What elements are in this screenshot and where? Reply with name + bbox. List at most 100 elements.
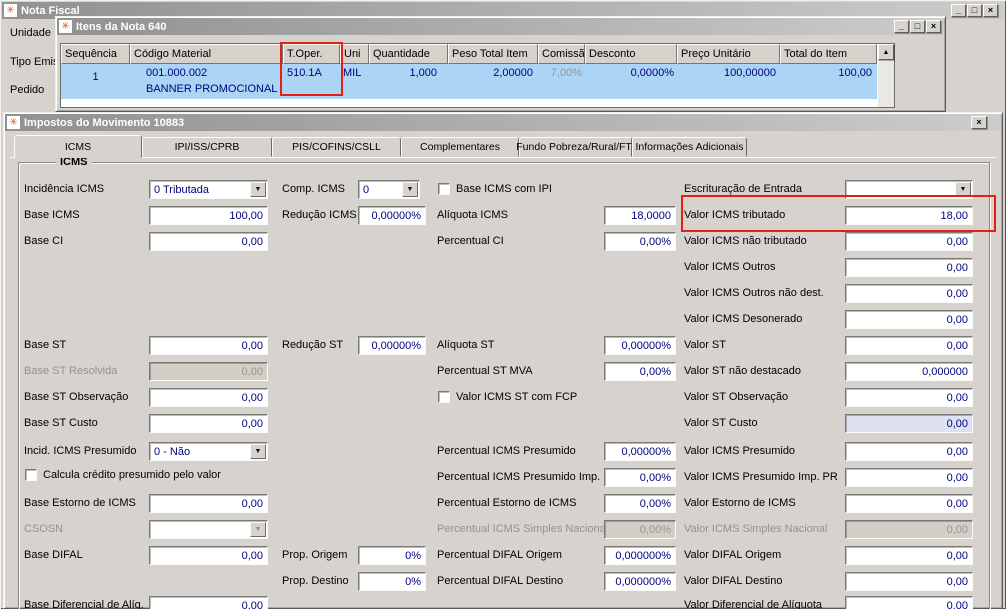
valor-icms-outros-nao-dest-label: Valor ICMS Outros não dest. [684, 287, 824, 299]
tipo-emissao-label: Tipo Emis [10, 56, 59, 68]
cell-peso-total: 2,00000 [493, 67, 533, 79]
valor-icms-desonerado-label: Valor ICMS Desonerado [684, 313, 803, 325]
calcula-credito-presumido-label: Calcula crédito presumido pelo valor [43, 469, 221, 481]
impostos-close-button[interactable]: × [971, 116, 987, 129]
scroll-up-button[interactable]: ▲ [878, 44, 894, 60]
incid-icms-presumido-select[interactable]: 0 - Não ▼ [149, 442, 268, 461]
chevron-down-icon[interactable]: ▼ [250, 182, 266, 197]
aliquota-st-input[interactable]: 0,00000% [604, 336, 676, 355]
chevron-down-icon[interactable]: ▼ [402, 182, 418, 197]
chevron-down-icon[interactable]: ▼ [250, 444, 266, 459]
col-header-total-do-item[interactable]: Total do Item [780, 44, 877, 64]
cell-quantidade: 1,000 [409, 67, 437, 79]
valor-icms-outros-label: Valor ICMS Outros [684, 261, 776, 273]
close-button[interactable]: × [983, 4, 998, 17]
incidencia-icms-select[interactable]: 0 Tributada ▼ [149, 180, 268, 199]
valor-icms-outros-nao-dest-input[interactable]: 0,00 [845, 284, 973, 303]
col-header-uni[interactable]: Uni [340, 44, 369, 64]
itens-title: Itens da Nota 640 [76, 20, 167, 33]
base-st-observacao-input[interactable]: 0,00 [149, 388, 268, 407]
percentual-estorno-icms-label: Percentual Estorno de ICMS [437, 497, 577, 509]
valor-difal-origem-input[interactable]: 0,00 [845, 546, 973, 565]
scroll-up-icon: ▲ [882, 48, 890, 56]
tab-complementares[interactable]: Complementares [401, 137, 519, 157]
valor-diferencial-aliquota-input[interactable]: 0,00 [845, 596, 973, 609]
base-diferencial-aliq-label: Base Diferencial de Alíq. [24, 599, 144, 609]
comp-icms-select[interactable]: 0 ▼ [358, 180, 420, 199]
base-estorno-icms-input[interactable]: 0,00 [149, 494, 268, 513]
col-header-peso-total-item[interactable]: Peso Total Item [448, 44, 538, 64]
reducao-st-input[interactable]: 0,00000% [358, 336, 426, 355]
minimize-icon: _ [898, 21, 904, 31]
tab-fundo-pobreza[interactable]: Fundo Pobreza/Rural/FTI [516, 137, 635, 157]
valor-icms-outros-input[interactable]: 0,00 [845, 258, 973, 277]
comp-icms-label: Comp. ICMS [282, 183, 345, 195]
tab-informacoes-adicionais[interactable]: Informações Adicionais [632, 137, 747, 157]
itens-minimize-button[interactable]: _ [894, 20, 909, 33]
valor-icms-nao-tributado-input[interactable]: 0,00 [845, 232, 973, 251]
valor-icms-presumido-imp-pr-input[interactable]: 0,00 [845, 468, 973, 487]
tab-icms[interactable]: ICMS [14, 135, 142, 158]
base-ci-input[interactable]: 0,00 [149, 232, 268, 251]
valor-st-input[interactable]: 0,00 [845, 336, 973, 355]
percentual-difal-origem-label: Percentual DIFAL Origem [437, 549, 562, 561]
base-st-custo-input[interactable]: 0,00 [149, 414, 268, 433]
app-icon: ✳ [4, 4, 17, 17]
valor-st-observacao-input[interactable]: 0,00 [845, 388, 973, 407]
minimize-button[interactable]: _ [951, 4, 966, 17]
percentual-icms-presumido-input[interactable]: 0,00000% [604, 442, 676, 461]
base-icms-input[interactable]: 100,00 [149, 206, 268, 225]
valor-icms-presumido-input[interactable]: 0,00 [845, 442, 973, 461]
percentual-ci-input[interactable]: 0,00% [604, 232, 676, 251]
valor-icms-desonerado-input[interactable]: 0,00 [845, 310, 973, 329]
itens-maximize-button[interactable]: □ [910, 20, 925, 33]
aliquota-icms-input[interactable]: 18,0000 [604, 206, 676, 225]
valor-st-observacao-label: Valor ST Observação [684, 391, 789, 403]
close-icon: × [987, 5, 994, 15]
maximize-button[interactable]: □ [967, 4, 982, 17]
valor-estorno-icms-input[interactable]: 0,00 [845, 494, 973, 513]
base-icms-com-ipi-checkbox[interactable] [438, 183, 450, 195]
percentual-difal-origem-input[interactable]: 0,000000% [604, 546, 676, 565]
valor-icms-st-com-fcp-checkbox[interactable] [438, 391, 450, 403]
col-header-codigo-material[interactable]: Código Material [130, 44, 283, 64]
percentual-estorno-icms-input[interactable]: 0,00% [604, 494, 676, 513]
valor-st-label: Valor ST [684, 339, 726, 351]
base-st-resolvida-input: 0,00 [149, 362, 268, 381]
base-st-input[interactable]: 0,00 [149, 336, 268, 355]
valor-diferencial-aliquota-label: Valor Diferencial de Alíquota [684, 599, 822, 609]
prop-destino-input[interactable]: 0% [358, 572, 426, 591]
calcula-credito-presumido-checkbox[interactable] [25, 469, 37, 481]
cell-desconto: 0,0000% [630, 67, 674, 79]
col-header-quantidade[interactable]: Quantidade [369, 44, 448, 64]
valor-st-nao-destacado-input[interactable]: 0,000000 [845, 362, 973, 381]
nota-fiscal-window: ✳ Nota Fiscal _ □ × Unidade Tipo Emis Pe… [0, 0, 1006, 609]
col-header-comissao[interactable]: Comissão [538, 44, 585, 64]
close-icon: × [976, 117, 982, 127]
tab-pis-cofins-csll[interactable]: PIS/COFINS/CSLL [272, 137, 401, 157]
percentual-icms-presumido-imp-pr-input[interactable]: 0,00% [604, 468, 676, 487]
percentual-st-mva-input[interactable]: 0,00% [604, 362, 676, 381]
table-scrollbar[interactable] [878, 60, 894, 107]
base-difal-input[interactable]: 0,00 [149, 546, 268, 565]
percentual-difal-destino-input[interactable]: 0,000000% [604, 572, 676, 591]
prop-origem-input[interactable]: 0% [358, 546, 426, 565]
col-header-preco-unitario[interactable]: Preço Unitário [677, 44, 780, 64]
base-diferencial-aliq-input[interactable]: 0,00 [149, 596, 268, 609]
minimize-icon: _ [955, 5, 961, 15]
tab-ipi-iss-cprb[interactable]: IPI/ISS/CPRB [142, 137, 272, 157]
cell-codigo-material: 001.000.002 [146, 67, 208, 79]
impostos-titlebar: ✳ Impostos do Movimento 10883 [5, 114, 1001, 131]
itens-app-icon: ✳ [59, 20, 72, 33]
col-header-desconto[interactable]: Desconto [585, 44, 677, 64]
base-icms-label: Base ICMS [24, 209, 80, 221]
pedido-label: Pedido [10, 84, 45, 96]
impostos-app-icon: ✳ [7, 116, 20, 129]
reducao-icms-input[interactable]: 0,00000% [358, 206, 426, 225]
col-header-sequencia[interactable]: Sequência [61, 44, 130, 64]
valor-estorno-icms-label: Valor Estorno de ICMS [684, 497, 796, 509]
valor-difal-destino-input[interactable]: 0,00 [845, 572, 973, 591]
itens-close-button[interactable]: × [926, 20, 941, 33]
valor-difal-destino-label: Valor DIFAL Destino [684, 575, 783, 587]
close-icon: × [930, 21, 937, 31]
